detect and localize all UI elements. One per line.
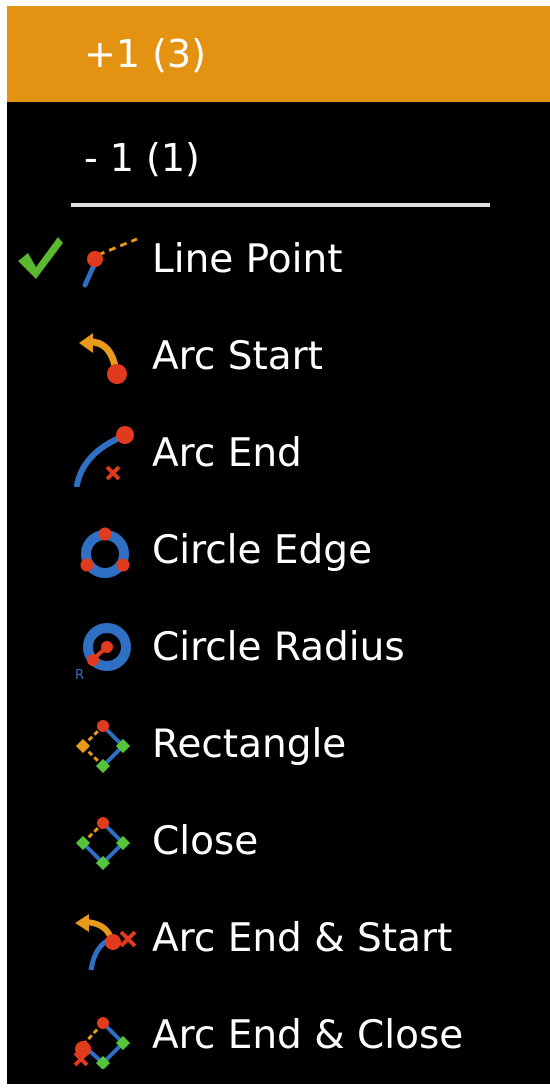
menu-separator <box>71 203 490 207</box>
circle-radius-icon: R <box>75 623 131 681</box>
menu-item-line-point[interactable]: Line Point <box>7 211 550 308</box>
menu-item-circle-radius[interactable]: R Circle Radius <box>7 599 550 696</box>
checkmark-icon <box>18 237 63 279</box>
arc-start-icon <box>79 333 127 384</box>
step-plus-one-item[interactable]: +1 (3) <box>7 6 550 102</box>
menu-item-arc-start[interactable]: Arc Start <box>7 308 550 405</box>
menu-item-label: Arc End <box>152 431 302 476</box>
menu-item-label: Arc End & Close <box>152 1013 464 1058</box>
menu-item-circle-edge[interactable]: Circle Edge <box>7 502 550 599</box>
svg-text:R: R <box>75 668 84 681</box>
circle-edge-icon <box>80 527 130 578</box>
menu-item-arc-end-start[interactable]: Arc End & Start <box>7 890 550 987</box>
step-minus-one-label: - 1 (1) <box>84 136 200 180</box>
menu-item-label: Rectangle <box>152 722 347 767</box>
step-minus-one-item[interactable]: - 1 (1) <box>7 110 550 206</box>
step-plus-one-label: +1 (3) <box>84 32 206 76</box>
menu-item-label: Circle Radius <box>152 625 405 670</box>
close-shape-icon <box>75 817 131 871</box>
menu-item-rectangle[interactable]: Rectangle <box>7 696 550 793</box>
menu-item-label: Line Point <box>152 237 343 282</box>
menu-item-arc-end-close[interactable]: Arc End & Close <box>7 987 550 1084</box>
snap-context-menu: +1 (3) - 1 (1) Line Point Arc Start Arc … <box>7 6 550 1084</box>
arc-end-start-icon <box>75 914 137 971</box>
menu-item-label: Circle Edge <box>152 528 373 573</box>
rectangle-icon <box>75 720 131 774</box>
menu-item-label: Arc Start <box>152 334 323 379</box>
menu-item-arc-end[interactable]: Arc End <box>7 405 550 502</box>
arc-end-icon <box>74 426 134 487</box>
menu-item-close[interactable]: Close <box>7 793 550 890</box>
menu-item-label: Close <box>152 819 259 864</box>
line-point-icon <box>82 237 138 288</box>
menu-item-label: Arc End & Start <box>152 916 453 961</box>
arc-end-close-icon <box>73 1017 131 1069</box>
